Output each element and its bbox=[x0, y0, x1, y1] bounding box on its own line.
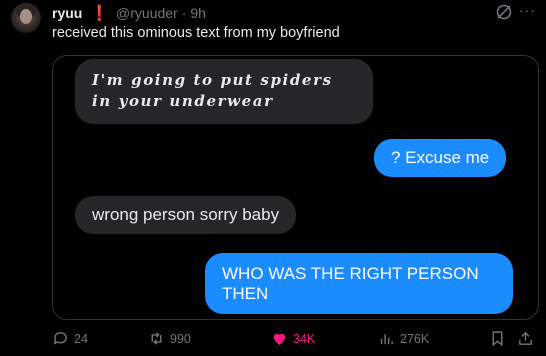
message-text: ? Excuse me bbox=[391, 148, 490, 167]
reply-count: 24 bbox=[74, 331, 88, 346]
share-icon bbox=[519, 331, 532, 345]
message-bubble-outgoing: ? Excuse me bbox=[374, 139, 507, 177]
more-icon[interactable]: ··· bbox=[519, 2, 537, 20]
views-count: 276K bbox=[400, 331, 430, 346]
like-count: 34K bbox=[293, 331, 316, 346]
message-text: wrong person sorry baby bbox=[92, 205, 280, 224]
message-bubble-incoming: wrong person sorry baby bbox=[75, 196, 297, 234]
heart-icon bbox=[273, 333, 286, 345]
post-time[interactable]: 9h bbox=[190, 5, 206, 21]
message-bubble-outgoing: WHO WAS THE RIGHT PERSON THEN bbox=[205, 253, 513, 314]
message-screenshot[interactable]: I'm going to put spiders in your underwe… bbox=[52, 55, 539, 320]
action-bar: 24 990 34K 276K bbox=[52, 330, 542, 350]
message-text: WHO WAS THE RIGHT PERSON THEN bbox=[222, 264, 479, 303]
post-header: ryuu ❗ @ryuuder · 9h bbox=[52, 4, 206, 22]
message-bubble-incoming: I'm going to put spiders in your underwe… bbox=[75, 59, 373, 124]
separator-dot: · bbox=[181, 5, 187, 21]
exclamation-badge: ❗ bbox=[90, 5, 110, 22]
bookmark-icon bbox=[492, 331, 503, 347]
repost-icon bbox=[151, 332, 162, 345]
message-text: I'm going to put spiders in your underwe… bbox=[92, 71, 333, 110]
views-button[interactable]: 276K bbox=[378, 330, 429, 347]
avatar-face bbox=[20, 9, 32, 24]
repost-count: 990 bbox=[170, 331, 191, 346]
reply-button[interactable]: 24 bbox=[52, 330, 88, 347]
avatar[interactable] bbox=[11, 3, 41, 33]
views-icon bbox=[380, 334, 393, 345]
share-button[interactable] bbox=[517, 330, 534, 347]
repost-button[interactable]: 990 bbox=[148, 330, 191, 347]
like-button[interactable]: 34K bbox=[271, 330, 315, 347]
post-text: received this ominous text from my boyfr… bbox=[52, 25, 340, 41]
reply-icon bbox=[53, 332, 67, 345]
display-name[interactable]: ryuu bbox=[52, 5, 82, 21]
user-handle[interactable]: @ryuuder bbox=[116, 5, 178, 21]
grok-icon[interactable] bbox=[495, 3, 513, 21]
bookmark-button[interactable] bbox=[489, 330, 506, 347]
